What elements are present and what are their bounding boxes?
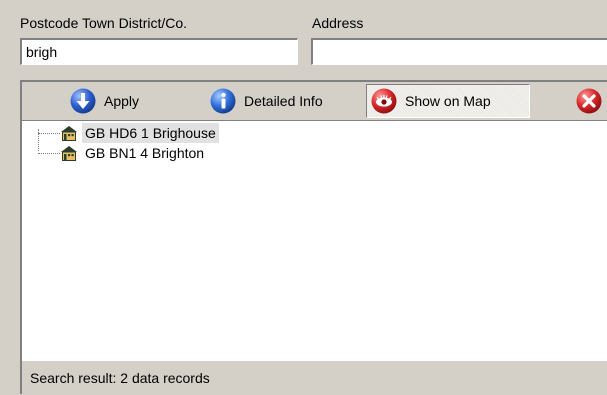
results-tree[interactable]: GB HD6 1 Brighouse GB BN1 4 Brighton bbox=[22, 120, 607, 360]
info-down-arrow-icon bbox=[70, 88, 96, 114]
show-on-map-label: Show on Map bbox=[405, 93, 491, 109]
eye-icon bbox=[371, 88, 397, 114]
apply-label: Apply bbox=[104, 93, 140, 109]
toolbar: Apply Detailed Info Show on Map bbox=[22, 82, 607, 120]
status-text: Search result: 2 data records bbox=[30, 370, 210, 386]
close-button[interactable] bbox=[572, 84, 607, 118]
detailed-info-button[interactable]: Detailed Info bbox=[206, 84, 356, 118]
detailed-info-label: Detailed Info bbox=[244, 93, 323, 109]
tree-connector bbox=[38, 153, 60, 155]
status-bar: Search result: 2 data records bbox=[22, 360, 607, 395]
results-panel: Apply Detailed Info Show on Map GB HD6 1… bbox=[20, 80, 607, 395]
info-icon bbox=[210, 88, 236, 114]
tree-connector bbox=[38, 133, 60, 135]
address-label: Address bbox=[312, 15, 364, 31]
postcode-input[interactable] bbox=[20, 38, 298, 65]
apply-button[interactable]: Apply bbox=[66, 84, 198, 118]
show-on-map-button[interactable]: Show on Map bbox=[366, 84, 530, 118]
house-icon bbox=[61, 146, 77, 161]
result-item-label: GB BN1 4 Brighton bbox=[85, 145, 205, 161]
close-icon bbox=[576, 88, 602, 114]
postcode-label: Postcode Town District/Co. bbox=[20, 15, 188, 31]
address-input[interactable] bbox=[311, 38, 607, 65]
result-item-label: GB HD6 1 Brighouse bbox=[82, 123, 219, 143]
house-icon bbox=[61, 126, 77, 141]
